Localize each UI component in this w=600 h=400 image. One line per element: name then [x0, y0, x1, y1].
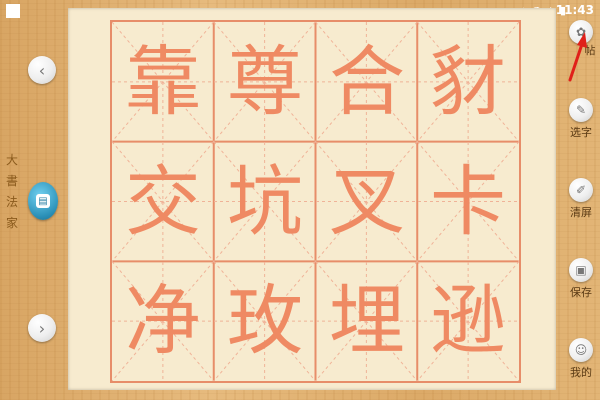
tool-save-label: 保存 [570, 286, 592, 299]
grid-character-r3c1[interactable]: 净 [113, 262, 213, 380]
grid-character-r1c1[interactable]: 靠 [113, 23, 213, 141]
grid-character-r2c1[interactable]: 交 [113, 143, 213, 261]
brand-char-3: 法 [5, 195, 18, 209]
pencil-icon[interactable]: ✎ [569, 98, 593, 122]
grid-character-r3c4[interactable]: 逊 [418, 262, 518, 380]
tool-profile-label: 我的 [570, 366, 592, 379]
grid-character-r1c2[interactable]: 尊 [215, 23, 315, 141]
brush-icon[interactable]: ✐ [569, 178, 593, 202]
menu-button[interactable]: ▤ [28, 182, 58, 220]
tool-clear-label: 清屏 [570, 206, 592, 219]
menu-icon: ▤ [36, 194, 50, 208]
grid-character-r3c3[interactable]: 埋 [317, 262, 417, 380]
save-icon[interactable]: ▣ [569, 258, 593, 282]
grid-character-r2c4[interactable]: 卡 [418, 143, 518, 261]
tool-save[interactable]: ▣ 保存 [566, 258, 596, 300]
chevron-left-icon: ‹ [38, 60, 46, 80]
chevron-right-icon: › [38, 318, 46, 338]
tool-clear-screen[interactable]: ✐ 清屏 [566, 178, 596, 220]
brand-vertical-text: 大 書 法 家 [4, 150, 20, 234]
brand-char-4: 家 [5, 216, 18, 230]
brand-char-1: 大 [5, 153, 18, 167]
brand-char-2: 書 [5, 174, 18, 188]
tool-select-character[interactable]: ✎ 选字 [566, 98, 596, 140]
red-arrow-annotation [568, 32, 587, 82]
grid-character-r3c2[interactable]: 玫 [215, 262, 315, 380]
grid-character-r2c2[interactable]: 坑 [215, 143, 315, 261]
next-page-button[interactable]: › [28, 314, 56, 342]
grid-character-r1c3[interactable]: 合 [317, 23, 417, 141]
grid-character-r1c4[interactable]: 豺 [418, 23, 518, 141]
status-app-indicator [6, 4, 20, 18]
status-time: 11:43 [555, 3, 594, 17]
tool-profile[interactable]: ☺ 我的 [566, 338, 596, 380]
tool-select-label: 选字 [570, 126, 592, 139]
character-grid[interactable]: 靠 尊 合 豺 交 坑 叉 卡 净 玫 埋 逊 [110, 20, 521, 383]
previous-page-button[interactable]: ‹ [28, 56, 56, 84]
calligraphy-app-screen: ⌖ ◔ ▲ ▮ 11:43 [0, 0, 600, 400]
user-icon[interactable]: ☺ [569, 338, 593, 362]
grid-character-r2c3[interactable]: 叉 [317, 143, 417, 261]
